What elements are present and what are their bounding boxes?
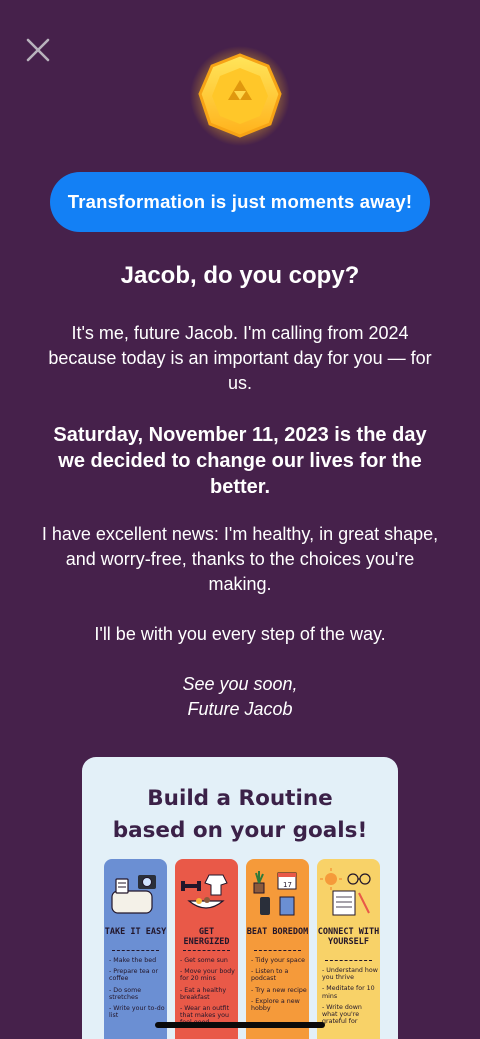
routine-column-beat-boredom: 17 BEAT BOREDOM - Tidy your space - List… [246, 859, 309, 1039]
list-item: - Do some stretches [109, 986, 142, 1001]
routine-column-get-energized: GET ENERGIZED - Get some sun - Move your… [175, 859, 238, 1039]
routine-title-line-2: based on your goals! [112, 818, 368, 843]
letter-title: Jacob, do you copy? [120, 262, 360, 289]
column-divider [254, 950, 301, 951]
signature-line-1: See you soon, [182, 674, 298, 694]
list-item: - Write your to-do list [109, 1005, 165, 1020]
list-item: - Prepare tea or coffee [109, 968, 159, 983]
column-divider [325, 960, 372, 961]
svg-text:17: 17 [283, 881, 292, 889]
column-heading: TAKE IT EASY [104, 927, 167, 937]
routine-title-line-1: Build a Routine [147, 786, 333, 811]
column-heading: GET ENERGIZED [183, 927, 230, 947]
close-button[interactable] [22, 34, 54, 66]
list-item: - Understand how you thrive [322, 967, 378, 982]
column-list: - Get some sun - Move your body for 20 m… [180, 957, 236, 1031]
home-indicator[interactable] [155, 1022, 325, 1028]
routine-column-take-it-easy: TAKE IT EASY - Make the bed - Prepare te… [104, 859, 167, 1039]
list-item: - Eat a healthy breakfast [180, 986, 227, 1001]
column-list: - Tidy your space - Listen to a podcast … [251, 957, 307, 1016]
close-icon [26, 38, 50, 62]
letter-paragraph-support: I'll be with you every step of the way. [94, 624, 386, 644]
list-item: - Write down what you're grateful for [322, 1003, 362, 1026]
list-item: - Get some sun [180, 957, 228, 964]
banner-text: Transformation is just moments away! [67, 191, 413, 212]
letter-paragraph-date: Saturday, November 11, 2023 is the day w… [53, 424, 427, 498]
plant-calendar-phone-icon: 17 [246, 865, 309, 921]
letter-signature: See you soon, Future Jacob [40, 672, 440, 722]
routine-card-title: Build a Routine based on your goals! [82, 783, 398, 847]
column-list: - Understand how you thrive - Meditate f… [322, 967, 378, 1029]
column-heading: BEAT BOREDOM [246, 927, 309, 937]
column-divider [183, 950, 230, 951]
gold-coin-icon [190, 46, 290, 146]
column-heading: CONNECT WITH YOURSELF [317, 927, 380, 947]
fitness-and-breakfast-icon [175, 865, 238, 921]
signature-line-2: Future Jacob [187, 699, 293, 719]
routine-card: Build a Routine based on your goals! TAK… [82, 757, 398, 1039]
list-item: - Try a new recipe [251, 986, 307, 994]
bed-and-camera-icon [104, 865, 167, 921]
routine-column-connect-with-yourself: CONNECT WITH YOURSELF - Understand how y… [317, 859, 380, 1039]
sun-glasses-notebook-icon [317, 865, 380, 921]
list-item: - Move your body for 20 mins [180, 968, 235, 983]
transformation-banner: Transformation is just moments away! [50, 172, 430, 232]
list-item: - Tidy your space [251, 957, 306, 964]
letter-paragraph-news: I have excellent news: I'm healthy, in g… [41, 524, 439, 594]
column-divider [112, 950, 159, 951]
list-item: - Meditate for 10 mins [322, 985, 375, 1000]
list-item: - Make the bed [109, 957, 157, 964]
letter-paragraph-intro: It's me, future Jacob. I'm calling from … [48, 323, 432, 393]
list-item: - Listen to a podcast [251, 968, 289, 983]
list-item: - Explore a new hobby [251, 997, 300, 1013]
column-list: - Make the bed - Prepare tea or coffee -… [109, 957, 165, 1023]
